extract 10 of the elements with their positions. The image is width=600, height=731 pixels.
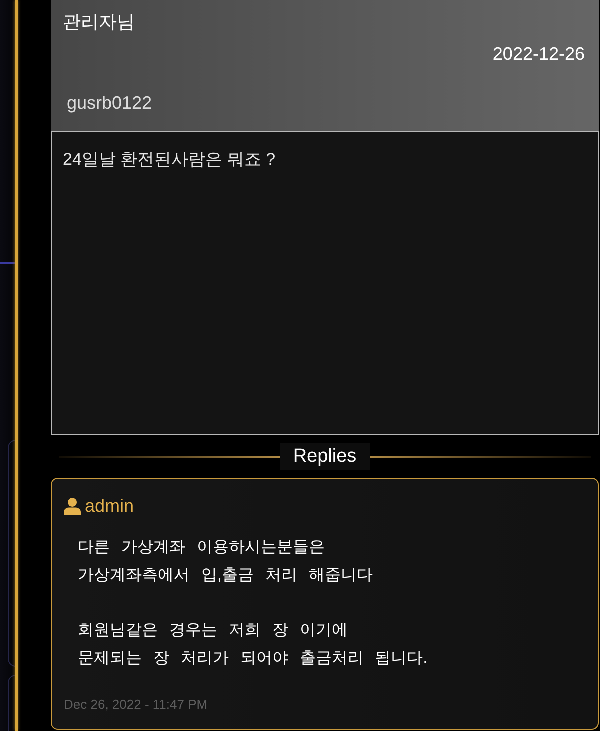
post-title: 관리자님 — [63, 11, 135, 33]
post-author: gusrb0122 — [67, 92, 152, 114]
replies-heading: Replies — [280, 443, 370, 470]
post-date: 2022-12-26 — [492, 43, 585, 65]
post-content: 24일날 환전된사람은 뭐죠 ? — [63, 149, 276, 171]
user-icon — [64, 498, 81, 514]
reply-time: Dec 26, 2022 - 11:47 PM — [64, 697, 208, 713]
reply-paragraph: 회원님같은 경우는 저희 장 이기에 문제되는 장 처리가 되어야 출금처리 됩니다. — [78, 621, 428, 669]
reply-author: admin — [85, 495, 134, 517]
reply-paragraph: 다른 가상계좌 이용하시는분들은 가상계좌측에서 입,출금 처리 해줍니다 — [78, 538, 373, 586]
